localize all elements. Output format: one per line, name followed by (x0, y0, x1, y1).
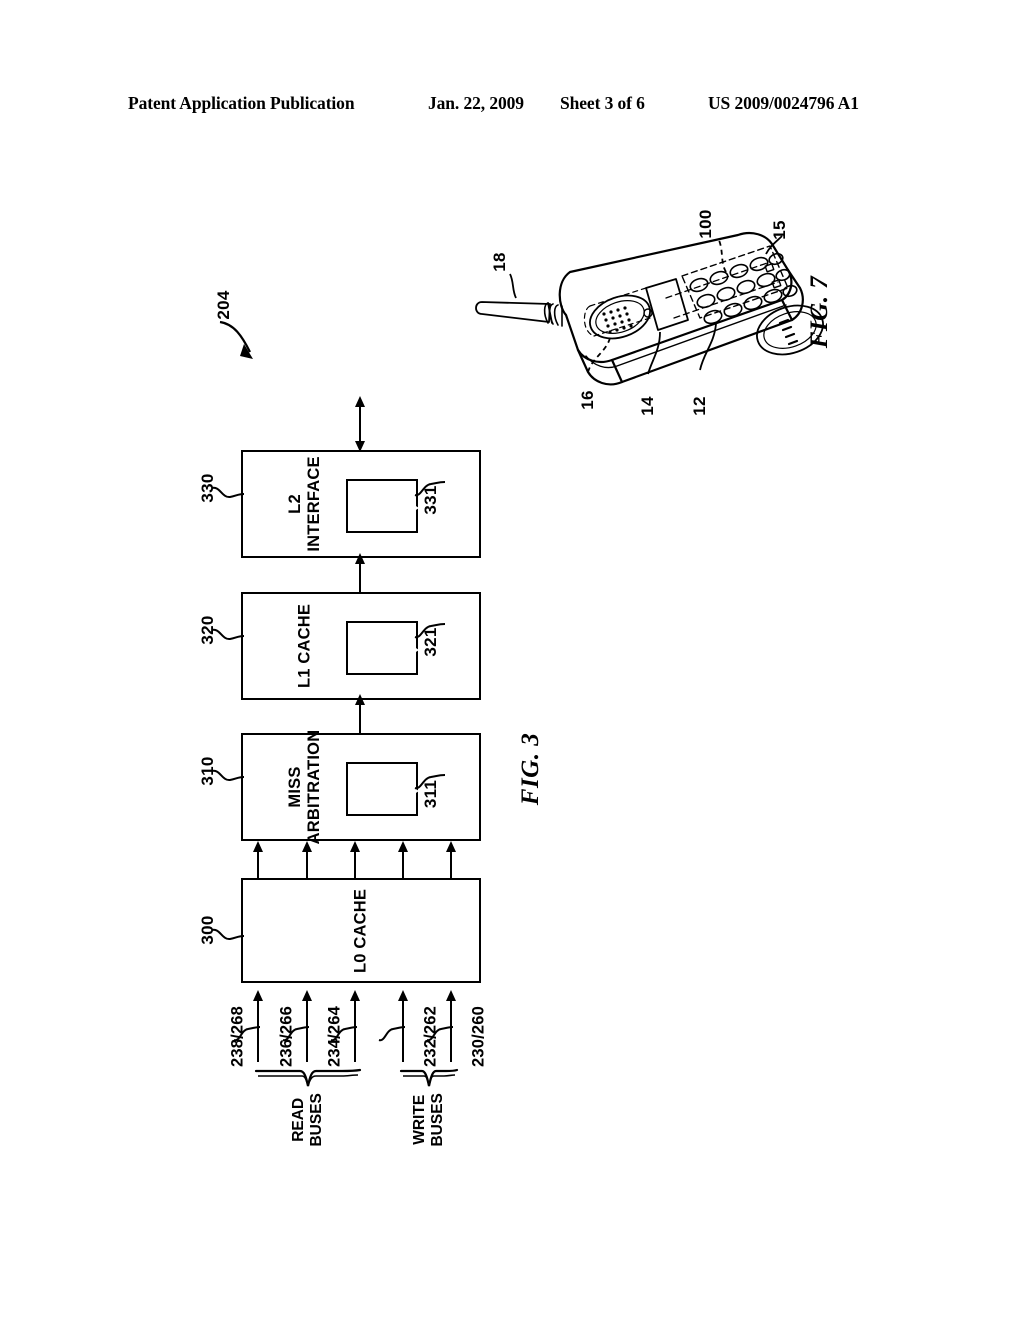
block-ref-330-leader (211, 486, 245, 499)
inner-ref-331-leader (414, 481, 446, 497)
figure-3-caption: FIG. 3 (517, 732, 544, 806)
connector-l0-to-miss-1 (257, 848, 260, 878)
bus-leader-4 (378, 1026, 406, 1042)
block-miss-arbitration-label: MISS ARBITRATION (286, 729, 323, 845)
block-ref-310-leader (211, 769, 245, 782)
callout-100-leader (717, 237, 727, 273)
write-buses-label: WRITE BUSES (411, 1093, 446, 1147)
display-14 (643, 278, 689, 331)
connector-l0-to-miss-3 (354, 848, 357, 878)
callout-ref-14: 14 (638, 396, 657, 416)
figure-7-caption: FIG. 7 (806, 275, 833, 349)
connector-l0-to-miss-2 (306, 848, 309, 878)
connector-l0-to-miss-3-arrow (349, 841, 360, 852)
bus-arrow-3 (349, 990, 360, 1001)
bus-arrow-4 (397, 990, 408, 1001)
read-buses-label: READ BUSES (290, 1093, 325, 1147)
callout-ref-12: 12 (690, 396, 709, 416)
bus-arrow-2 (301, 990, 312, 1001)
block-l0-cache-label: L0 CACHE (351, 888, 370, 973)
inner-box-331-notch (408, 501, 419, 515)
connector-l1-to-l2 (359, 560, 362, 592)
connector-l0-to-miss-5-arrow (445, 841, 456, 852)
bus-leader-3 (330, 1026, 358, 1042)
callout-ref-100: 100 (696, 209, 715, 239)
inner-box-331 (346, 479, 419, 533)
bus-leader-2 (282, 1026, 310, 1042)
bus-arrow-1 (252, 990, 263, 1001)
block-l2-interface[interactable]: L2 INTERFACE (241, 450, 481, 558)
speaker-16 (583, 287, 651, 340)
connector-miss-to-l1-arrow (354, 694, 365, 705)
connector-l0-to-miss-5 (450, 848, 453, 878)
bus-label-230-260: 230/260 (469, 1005, 488, 1068)
block-l2-interface-label: L2 INTERFACE (286, 456, 323, 552)
bus-leader-5 (426, 1026, 454, 1042)
inner-box-321 (346, 621, 419, 675)
block-ref-300-leader (211, 928, 245, 941)
block-l1-cache[interactable]: L1 CACHE (241, 592, 481, 700)
connector-l2-external-arrow-down (354, 441, 365, 452)
antenna-18 (475, 301, 563, 327)
inner-ref-321-leader (414, 623, 446, 639)
figure-7: 18 100 15 16 14 12 FIG. 7 (470, 209, 870, 470)
callout-ref-15: 15 (770, 220, 789, 240)
block-l1-cache-label: L1 CACHE (295, 603, 314, 689)
connector-l0-to-miss-2-arrow (301, 841, 312, 852)
inner-box-311 (346, 762, 419, 816)
callout-18-leader (509, 273, 517, 299)
block-l0-cache[interactable]: L0 CACHE (241, 878, 481, 983)
callout-ref-16: 16 (578, 390, 597, 410)
figure-3: 204 L2 INTERFACE 330 331 L1 CACHE 320 32… (0, 0, 1024, 1320)
connector-miss-to-l1 (359, 701, 362, 733)
connector-l0-to-miss-4-arrow (397, 841, 408, 852)
connector-l0-to-miss-4 (402, 848, 405, 878)
connector-l2-external-arrow-up (354, 396, 365, 407)
inner-box-321-notch (408, 643, 419, 657)
inner-ref-311-leader (414, 774, 446, 790)
callout-ref-18: 18 (490, 252, 509, 272)
bus-arrow-5 (445, 990, 456, 1001)
bus-leader-1 (233, 1026, 261, 1042)
block-ref-320-leader (211, 628, 245, 641)
connector-l0-to-miss-1-arrow (252, 841, 263, 852)
connector-l1-to-l2-arrow (354, 553, 365, 564)
system-ref-204-leader (219, 320, 253, 359)
